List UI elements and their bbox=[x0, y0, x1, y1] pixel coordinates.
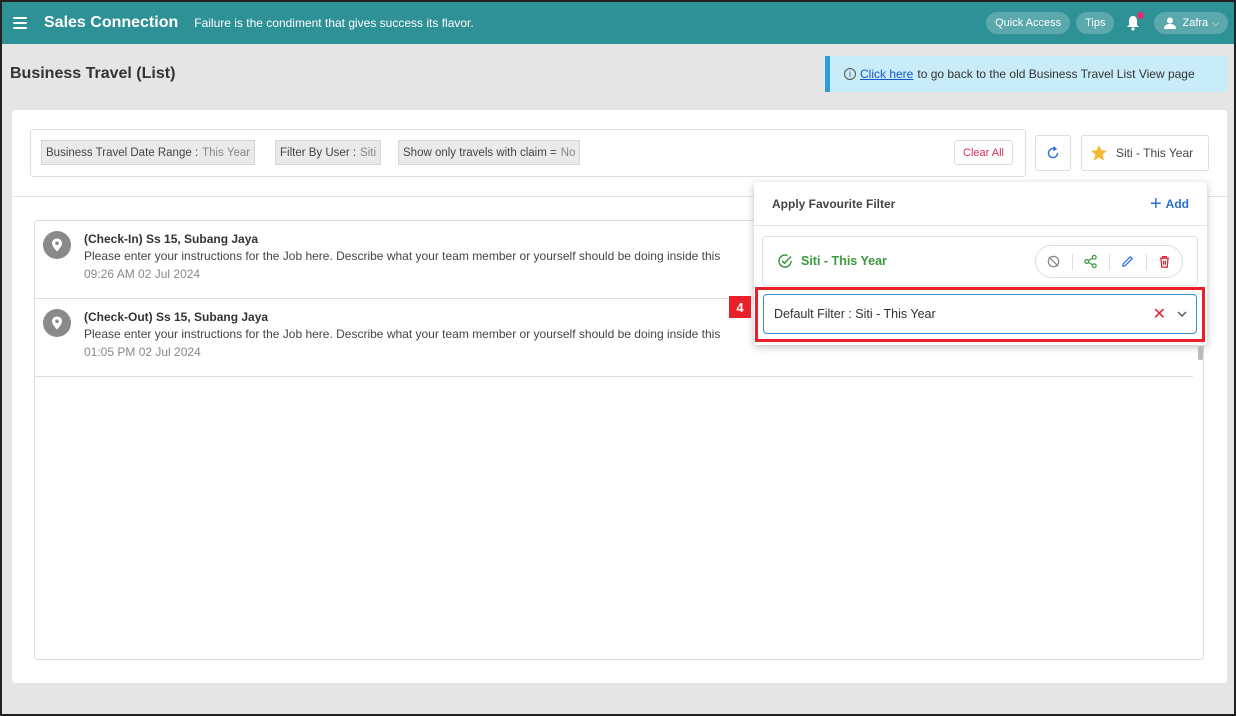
favourite-filter-button[interactable]: Siti - This Year bbox=[1081, 135, 1209, 171]
separator bbox=[1071, 253, 1073, 270]
tagline: Failure is the condiment that gives succ… bbox=[194, 16, 474, 30]
user-icon bbox=[1164, 17, 1177, 29]
item-title: (Check-Out) Ss 15, Subang Jaya bbox=[84, 310, 269, 324]
topbar-actions: Quick Access Tips Zafra ⌵ bbox=[980, 12, 1228, 34]
brand-name[interactable]: Sales Connection bbox=[44, 14, 178, 32]
chip-label: Business Travel Date Range : bbox=[46, 146, 199, 159]
default-filter-value: Default Filter : Siti - This Year bbox=[774, 307, 936, 321]
chip-value: Siti bbox=[360, 146, 377, 159]
separator bbox=[1108, 253, 1110, 270]
chip-value: This Year bbox=[202, 146, 251, 159]
filter-bar: Business Travel Date Range : This Year F… bbox=[30, 129, 1026, 177]
step-number-badge: 4 bbox=[729, 296, 751, 318]
close-icon[interactable]: ✕ bbox=[1153, 304, 1166, 324]
info-icon: i bbox=[844, 68, 856, 80]
favourite-panel-title: Apply Favourite Filter bbox=[772, 196, 896, 211]
item-description: Please enter your instructions for the J… bbox=[84, 327, 721, 341]
notification-dot bbox=[1137, 12, 1145, 19]
chevron-down-icon: ⌵ bbox=[1212, 17, 1219, 28]
clear-all-button[interactable]: Clear All bbox=[954, 140, 1013, 165]
tips-button[interactable]: Tips bbox=[1076, 12, 1115, 34]
filter-chip-claim[interactable]: Show only travels with claim = No bbox=[398, 140, 581, 165]
separator bbox=[1145, 253, 1147, 270]
app-window: Sales Connection Failure is the condimen… bbox=[0, 0, 1236, 716]
old-view-notice: i Click here to go back to the old Busin… bbox=[825, 56, 1227, 92]
user-name: Zafra bbox=[1182, 17, 1209, 29]
favourite-item-label: Siti - This Year bbox=[801, 254, 887, 268]
favourite-item-actions bbox=[1035, 245, 1183, 278]
quick-access-button[interactable]: Quick Access bbox=[986, 12, 1071, 34]
notice-text: to go back to the old Business Travel Li… bbox=[917, 67, 1195, 81]
item-timestamp: 09:26 AM 02 Jul 2024 bbox=[84, 267, 201, 281]
item-title: (Check-In) Ss 15, Subang Jaya bbox=[84, 232, 259, 246]
favourite-item[interactable]: Siti - This Year bbox=[762, 236, 1198, 286]
refresh-button[interactable] bbox=[1035, 135, 1071, 171]
chip-value: No bbox=[560, 146, 576, 159]
user-menu[interactable]: Zafra ⌵ bbox=[1154, 12, 1228, 34]
refresh-icon bbox=[1047, 146, 1059, 159]
check-circle-icon bbox=[778, 254, 792, 268]
page-title: Business Travel (List) bbox=[10, 65, 176, 82]
favourite-filter-label: Siti - This Year bbox=[1116, 146, 1194, 160]
highlight-box: Default Filter : Siti - This Year ✕ bbox=[755, 287, 1205, 342]
panel-scrollbar[interactable] bbox=[1198, 346, 1203, 360]
item-timestamp: 01:05 PM 02 Jul 2024 bbox=[84, 345, 201, 359]
top-bar: Sales Connection Failure is the condimen… bbox=[2, 2, 1234, 44]
favourite-panel-header: Apply Favourite Filter + Add bbox=[754, 182, 1207, 226]
add-favourite-button[interactable]: + Add bbox=[1149, 192, 1189, 215]
menu-icon[interactable] bbox=[13, 17, 27, 29]
share-icon[interactable] bbox=[1082, 253, 1100, 271]
click-here-link[interactable]: Click here bbox=[860, 67, 913, 81]
chip-label: Filter By User : bbox=[280, 146, 357, 159]
item-description: Please enter your instructions for the J… bbox=[84, 249, 721, 263]
pin-icon bbox=[43, 309, 71, 337]
bell-icon[interactable] bbox=[1126, 12, 1145, 31]
filter-chip-date-range[interactable]: Business Travel Date Range : This Year bbox=[41, 140, 256, 165]
add-label: Add bbox=[1165, 196, 1189, 211]
chip-label: Show only travels with claim = bbox=[403, 146, 557, 159]
edit-icon[interactable] bbox=[1119, 253, 1137, 271]
filter-chip-user[interactable]: Filter By User : Siti bbox=[275, 140, 382, 165]
chevron-down-icon[interactable] bbox=[1176, 308, 1188, 320]
pin-icon bbox=[43, 231, 71, 259]
plus-icon: + bbox=[1149, 192, 1162, 215]
star-icon bbox=[1090, 144, 1108, 161]
default-filter-select[interactable]: Default Filter : Siti - This Year ✕ bbox=[763, 294, 1197, 334]
unset-default-icon[interactable] bbox=[1045, 253, 1063, 271]
delete-icon[interactable] bbox=[1156, 253, 1174, 271]
